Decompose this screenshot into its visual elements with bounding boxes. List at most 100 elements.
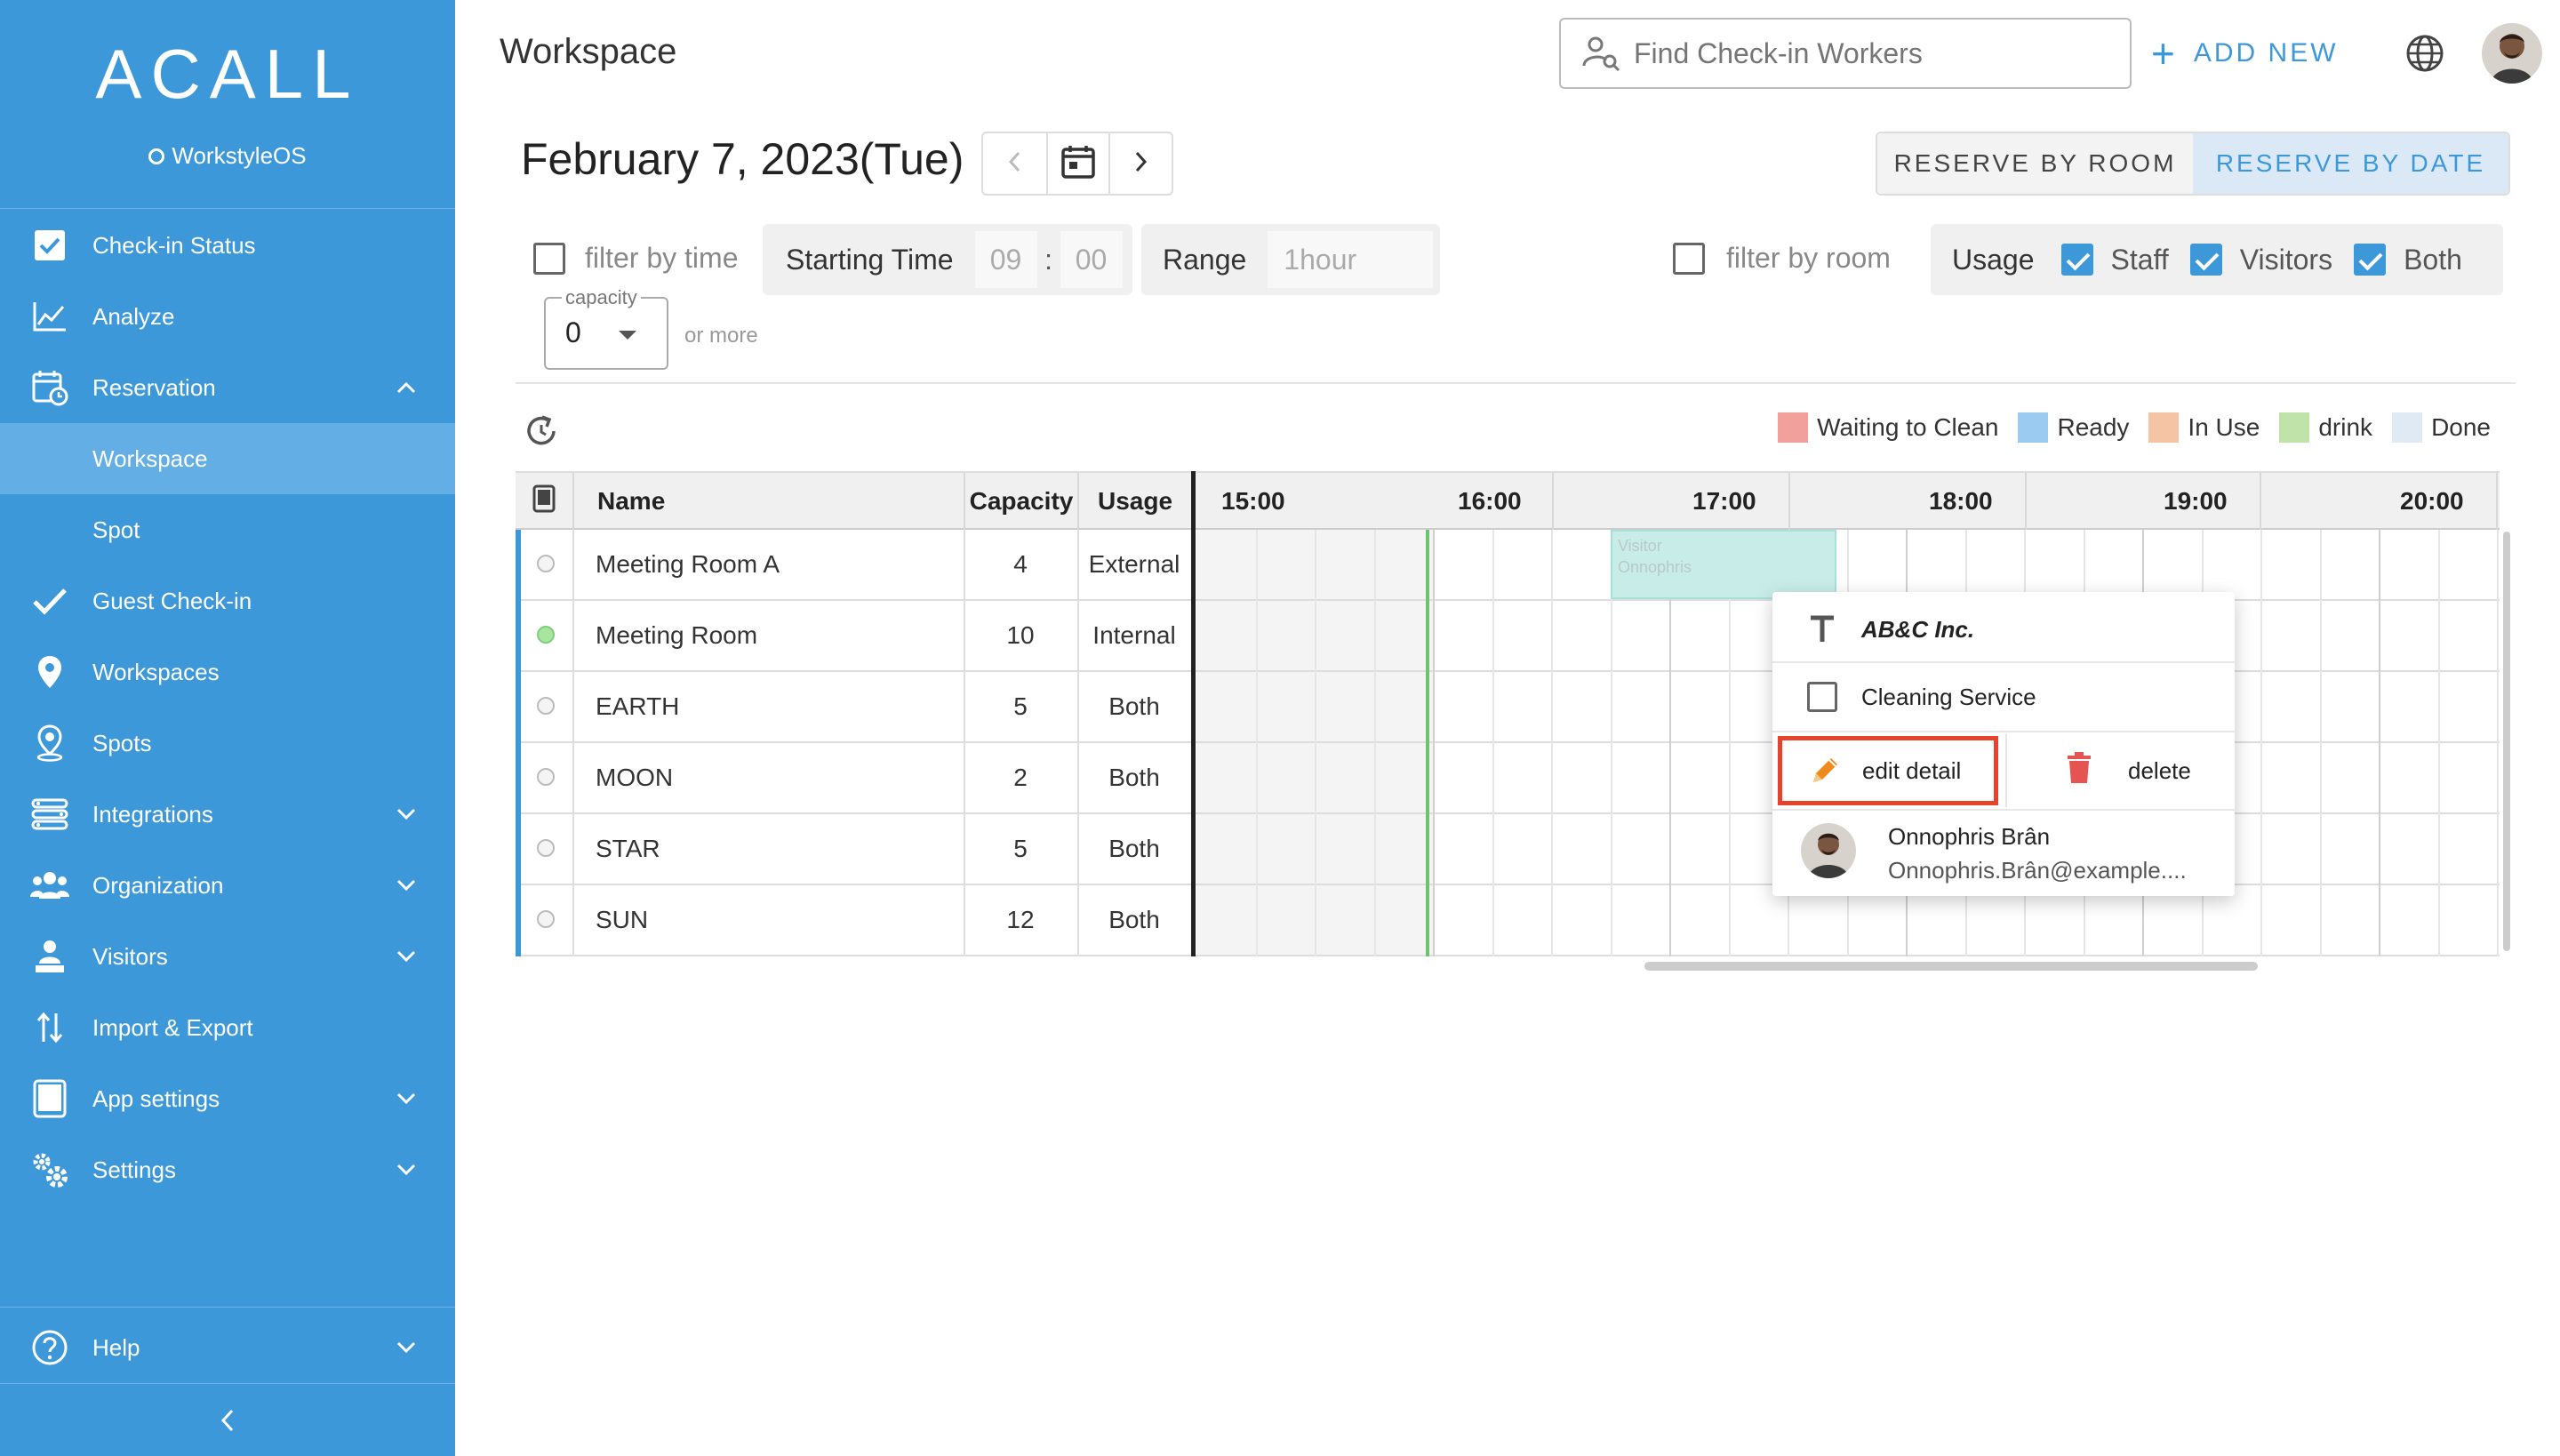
sidebar-item-app-settings[interactable]: App settings [0, 1063, 455, 1134]
reserve-by-date-button[interactable]: RESERVE BY DATE [2193, 133, 2508, 194]
room-usage: Both [1108, 692, 1160, 720]
usage-column-header[interactable]: Usage [1077, 473, 1191, 530]
room-name: Meeting Room [596, 621, 758, 649]
range-input[interactable]: 1hour [1268, 231, 1434, 288]
chevron-up-icon [393, 374, 420, 401]
integrations-icon [28, 793, 71, 836]
room-usage: Internal [1092, 621, 1176, 649]
sidebar-item-label: Check-in Status [92, 231, 256, 259]
sidebar-item-workspace[interactable]: Workspace [0, 423, 455, 494]
calendar-button[interactable] [1045, 133, 1109, 194]
usage-filter: Usage Staff Visitors Both [1931, 224, 2503, 295]
chevron-down-icon [393, 1334, 420, 1361]
chevron-down-icon [393, 872, 420, 899]
sidebar-item-organization[interactable]: Organization [0, 850, 455, 921]
search-input[interactable] [1634, 36, 2114, 70]
reserve-by-room-button[interactable]: RESERVE BY ROOM [1877, 133, 2193, 194]
visitor-icon [28, 935, 71, 978]
sidebar-item-help[interactable]: Help [0, 1312, 455, 1383]
chevron-down-icon [393, 1085, 420, 1112]
delete-button[interactable]: delete [2030, 736, 2191, 805]
reserve-mode-toggle: RESERVE BY ROOM RESERVE BY DATE [1876, 132, 2510, 196]
hour-input[interactable]: 09 [974, 231, 1037, 288]
time-separator: : [1044, 243, 1052, 276]
booking-block[interactable]: Visitor Onnophris [1611, 530, 1836, 599]
next-day-button[interactable] [1108, 133, 1172, 194]
chevron-down-icon [393, 943, 420, 970]
status-legend: Waiting to Clean Ready In Use drink Done [1758, 412, 2491, 443]
section-divider [516, 382, 2516, 384]
legend-item: Done [2392, 412, 2491, 443]
row-status-indicator [537, 555, 555, 572]
chevron-down-icon [393, 801, 420, 828]
sidebar-item-import-export[interactable]: Import & Export [0, 992, 455, 1063]
sidebar-item-label: Spot [92, 516, 140, 543]
sidebar-item-label: Workspace [92, 444, 208, 472]
usage-both-checkbox[interactable] [2354, 244, 2387, 276]
sidebar-item-guest-check-in[interactable]: Guest Check-in [0, 565, 455, 636]
room-name: MOON [596, 764, 674, 791]
column-divider [964, 530, 965, 956]
add-new-button[interactable]: + ADD NEW [2151, 30, 2339, 76]
quarter-grid-line [1315, 530, 1316, 956]
plus-icon: + [2151, 30, 2178, 76]
sidebar-item-label: Reservation [92, 373, 216, 401]
cleaning-row[interactable]: Cleaning Service [1772, 668, 2235, 725]
row-status-indicator [537, 697, 555, 715]
search-box[interactable] [1559, 18, 2132, 89]
current-time-line [1426, 530, 1429, 956]
sidebar-item-visitors[interactable]: Visitors [0, 921, 455, 992]
filter-by-room-checkbox[interactable] [1673, 242, 1705, 275]
date-title: February 7, 2023(Tue) [521, 134, 964, 184]
column-divider [572, 530, 574, 956]
avatar[interactable] [2482, 23, 2542, 84]
cleaning-service-label: Cleaning Service [1861, 683, 2036, 710]
room-capacity: 5 [1013, 835, 1028, 862]
sidebar-item-workspaces[interactable]: Workspaces [0, 636, 455, 708]
sidebar-item-spot[interactable]: Spot [0, 494, 455, 565]
popup-divider [2005, 734, 2007, 807]
capacity-column-header[interactable]: Capacity [964, 473, 1077, 530]
usage-visitors-label: Visitors [2239, 243, 2333, 276]
edit-detail-button[interactable]: edit detail [1778, 736, 1998, 805]
row-status-indicator [537, 768, 555, 786]
filter-by-room[interactable]: filter by room [1673, 242, 1891, 275]
sidebar-item-spots[interactable]: Spots [0, 708, 455, 779]
minute-input[interactable]: 00 [1060, 231, 1123, 288]
sidebar-item-reservation[interactable]: Reservation [0, 352, 455, 423]
room-name: Meeting Room A [596, 550, 780, 578]
horizontal-scrollbar[interactable] [1644, 962, 2258, 971]
room-capacity: 2 [1013, 764, 1028, 791]
cleaning-checkbox[interactable] [1804, 679, 1840, 715]
name-column-header[interactable]: Name [572, 473, 964, 530]
hour-divider [2260, 473, 2261, 530]
sidebar-item-label: Organization [92, 871, 224, 899]
collapse-sidebar-button[interactable] [0, 1388, 455, 1456]
select-all-checkbox[interactable] [516, 473, 572, 530]
timeline-start-line [1191, 471, 1196, 956]
capacity-select[interactable]: capacity 0 [544, 286, 668, 370]
sidebar-item-analyze[interactable]: Analyze [0, 281, 455, 352]
usage-visitors-checkbox[interactable] [2189, 244, 2222, 276]
globe-icon[interactable] [2404, 32, 2446, 75]
filter-by-time[interactable]: filter by time [533, 242, 738, 275]
previous-day-button[interactable] [983, 133, 1046, 194]
refresh-icon[interactable] [523, 412, 560, 450]
usage-label: Usage [1952, 243, 2035, 276]
sidebar-item-label: Help [92, 1333, 140, 1361]
legend-swatch [2279, 412, 2310, 443]
sidebar-item-settings[interactable]: Settings [0, 1134, 455, 1205]
usage-staff-checkbox[interactable] [2060, 244, 2093, 276]
filter-by-time-checkbox[interactable] [533, 242, 565, 275]
table-header: Name Capacity Usage 15:00 16:00 17:00 18… [516, 471, 2500, 530]
legend-swatch [2148, 412, 2180, 443]
vertical-scrollbar[interactable] [2503, 532, 2510, 951]
row-status-indicator [537, 626, 555, 644]
sidebar-item-integrations[interactable]: Integrations [0, 779, 455, 850]
sidebar-item-label: Import & Export [92, 1013, 253, 1041]
sidebar-item-label: Guest Check-in [92, 587, 252, 614]
sidebar-item-label: Spots [92, 729, 152, 756]
help-icon [28, 1326, 71, 1369]
filter-by-room-label: filter by room [1726, 242, 1891, 274]
sidebar-item-check-in-status[interactable]: Check-in Status [0, 210, 455, 281]
